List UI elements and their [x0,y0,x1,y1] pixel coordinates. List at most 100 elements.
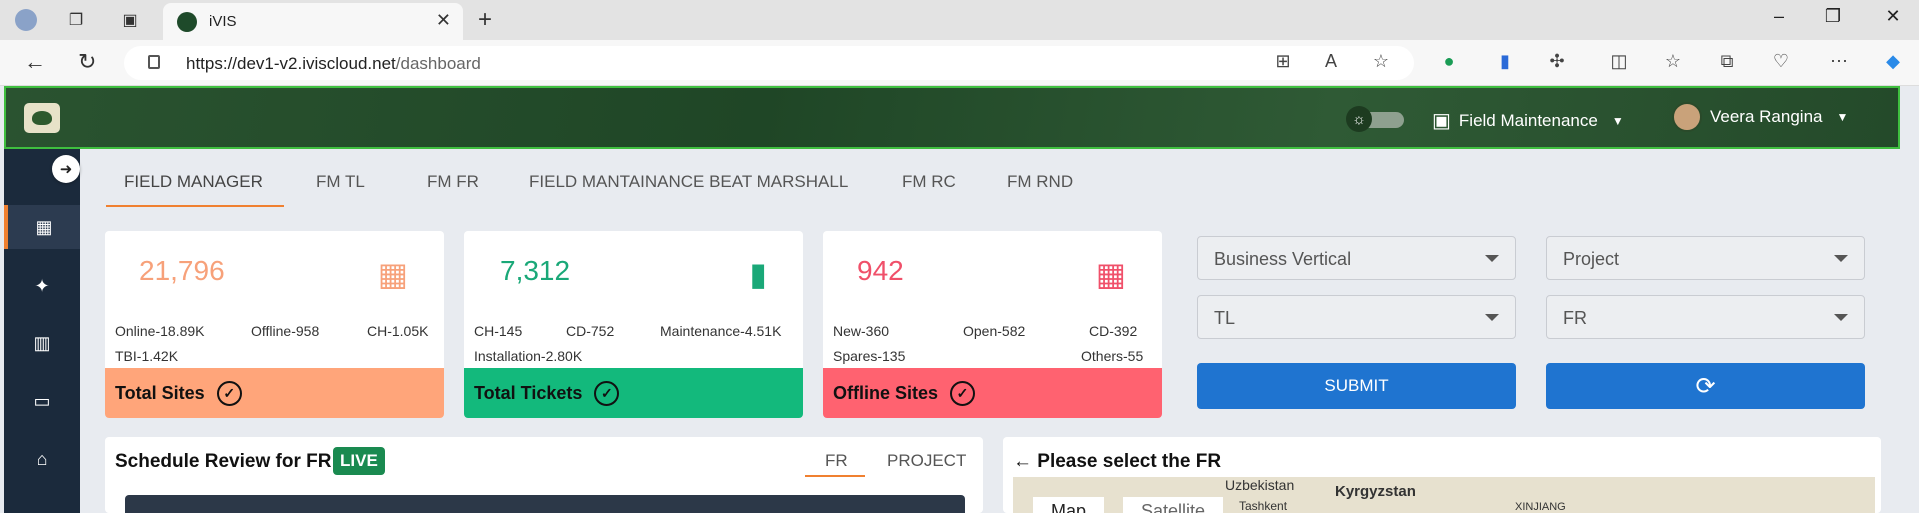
workspaces-icon[interactable]: ❐ [64,8,88,32]
browser-tab-ivis[interactable]: iVIS ✕ [163,3,463,40]
sidebar-expand-arrow-icon[interactable]: ➜ [52,155,80,183]
fr-map-panel: ← Please select the FR Uzbekistan Kyrgyz… [1003,437,1881,513]
schedule-review-panel: Schedule Review for FR LIVE FR PROJECT [105,437,983,513]
map-view-button[interactable]: Map [1033,497,1105,513]
tl-select[interactable]: TL [1197,295,1516,339]
maintenance-count: Maintenance-4.51K [660,323,782,339]
user-name: Veera Rangina [1710,107,1823,126]
tab-fm-fr[interactable]: FM FR [427,172,479,192]
sun-icon: ☼ [1346,106,1372,132]
chevron-down-icon: ▼ [1836,110,1849,124]
extensions-puzzle-icon[interactable]: ✣ [1544,51,1570,72]
minimize-icon[interactable]: – [1764,6,1794,27]
favorites-icon[interactable]: ☆ [1660,51,1686,72]
footer-label: Offline Sites [833,382,939,403]
caret-down-icon [1485,314,1499,321]
live-badge: LIVE [333,447,385,475]
sidebar-item-dashboard[interactable]: ▦ [4,205,80,249]
cd-count: CD-392 [1089,323,1138,339]
refresh-icon[interactable]: ↻ [78,49,96,75]
back-icon[interactable]: ← [24,49,46,75]
dashboard-icon: ▦ [35,216,53,237]
read-aloud-icon[interactable]: A [1318,51,1344,72]
tab-fm-tl[interactable]: FM TL [316,172,365,192]
offline-count: Offline-958 [251,323,320,339]
ivis-favicon-icon [177,12,197,32]
fr-select[interactable]: FR [1546,295,1865,339]
profile-avatar-icon[interactable] [14,8,38,32]
tab-project[interactable]: PROJECT [887,451,966,471]
tab-title: iVIS [209,13,237,30]
select-value: Project [1563,249,1620,269]
grammarly-icon[interactable]: ● [1436,51,1462,72]
check-circle-icon: ✓ [950,380,976,406]
chevron-down-icon: ▼ [1611,113,1624,128]
business-vertical-select[interactable]: Business Vertical [1197,236,1516,280]
more-menu-icon[interactable]: ⋯ [1826,51,1852,72]
offline-sites-footer: Offline Sites ✓ [823,368,1162,418]
map-label: Uzbekistan [1225,477,1295,493]
collections-icon[interactable]: ⧉ [1714,51,1740,72]
inbox-icon: ▭ [33,390,51,411]
back-arrow-icon[interactable]: ← [1013,451,1032,472]
warehouse-icon: ⌂ [36,448,48,469]
total-tickets-card[interactable]: 7,312 ▮ CH-145 CD-752 Maintenance-4.51K … [464,231,803,418]
close-tab-icon[interactable]: ✕ [436,10,451,31]
refresh-icon: ⟳ [1695,372,1716,400]
project-select[interactable]: Project [1546,236,1865,280]
total-tickets-value: 7,312 [500,255,571,286]
total-sites-value: 21,796 [139,255,225,286]
caret-down-icon [1834,314,1848,321]
ivis-logo[interactable] [24,103,60,133]
sidebar-item-inbox[interactable]: ▭ [4,379,80,423]
caret-down-icon [1485,255,1499,262]
new-tab-icon[interactable]: + [478,6,492,34]
extension-icon[interactable]: ▮ [1492,51,1518,72]
user-dropdown[interactable]: Veera Rangina ▼ [1672,102,1848,132]
tbi-count: TBI-1.42K [115,348,179,364]
sidebar-item-sites[interactable]: ▥ [4,321,80,365]
sidebar-item-warehouse[interactable]: ⌂ [4,437,80,481]
role-badge-icon: ▣ [1432,110,1451,132]
tab-fm-rnd[interactable]: FM RND [1007,172,1073,192]
close-window-icon[interactable]: ✕ [1878,6,1908,27]
total-sites-card[interactable]: 21,796 ▦ Online-18.89K Offline-958 CH-1.… [105,231,444,418]
ticket-icon: ▮ [749,256,767,292]
refresh-button[interactable]: ⟳ [1546,363,1865,409]
submit-button[interactable]: SUBMIT [1197,363,1516,409]
favorite-star-icon[interactable]: ☆ [1368,51,1394,72]
url-field[interactable]: https://dev1-v2.iviscloud.net/dashboard [124,46,1414,80]
sidebar-item-tickets[interactable]: ✦ [4,264,80,308]
role-dropdown[interactable]: ▣ Field Maintenance ▼ [1432,108,1624,133]
tab-field-manager[interactable]: FIELD MANAGER [124,172,263,192]
installation-count: Installation-2.80K [474,348,583,364]
maximize-icon[interactable]: ❐ [1818,6,1848,27]
active-tab-indicator [106,205,284,207]
copilot-icon[interactable]: ◆ [1880,51,1906,72]
apps-icon[interactable]: ⊞ [1270,51,1296,72]
schedule-title: Schedule Review for FR [115,451,332,472]
theme-toggle[interactable]: ☼ [1346,106,1408,132]
active-panel-tab-indicator [805,475,865,477]
app-header: ☼ ▣ Field Maintenance ▼ Veera Rangina ▼ [4,86,1900,149]
lock-icon [148,55,160,69]
tab-fr[interactable]: FR [825,451,848,471]
ticket-icon: ✦ [34,275,50,296]
avatar [1672,102,1702,132]
tab-fm-rc[interactable]: FM RC [902,172,956,192]
map-label: XINJIANG [1515,501,1566,513]
total-sites-footer: Total Sites ✓ [105,368,444,418]
split-screen-icon[interactable]: ◫ [1606,51,1632,72]
cd-count: CD-752 [566,323,615,339]
tab-actions-icon[interactable]: ▣ [118,8,142,32]
offline-sites-card[interactable]: 942 ▦ New-360 Open-582 CD-392 Spares-135… [823,231,1162,418]
spares-count: Spares-135 [833,348,906,364]
new-count: New-360 [833,323,890,339]
tab-beat-marshall[interactable]: FIELD MANTAINANCE BEAT MARSHALL [529,172,848,192]
select-value: Business Vertical [1214,249,1352,269]
map[interactable]: Uzbekistan Kyrgyzstan Tashkent XINJIANG … [1013,477,1875,513]
online-count: Online-18.89K [115,323,205,339]
browser-essentials-icon[interactable]: ♡ [1768,51,1794,72]
satellite-view-button[interactable]: Satellite [1123,497,1224,513]
footer-label: Total Tickets [474,382,583,403]
